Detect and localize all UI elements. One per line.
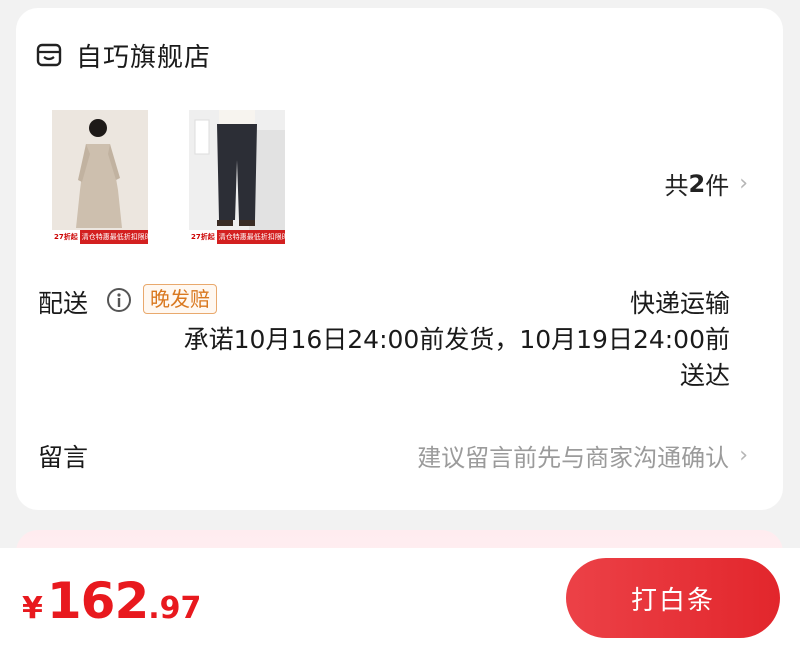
total-price: ¥ 162 .97 [22,572,201,630]
product-thumbnail-2[interactable]: 27折起清仓特惠最低折扣限时抢购 [189,110,285,244]
promo-price: 27折起 [189,230,217,244]
currency-symbol: ¥ [22,591,43,626]
message-label: 留言 [38,443,89,472]
count-suffix: 件 [705,172,730,200]
shipping-promise: 承诺10月16日24:00前发货，10月19日24:00前送达 [183,325,730,390]
order-card [16,8,783,510]
chevron-right-icon: › [739,443,748,468]
promo-tag: 27折起清仓特惠最低折扣限时抢购 [52,230,148,244]
shipping-label: 配送 [38,289,89,318]
message-input[interactable]: 建议留言前先与商家沟通确认 › [417,438,748,473]
product-thumbnail-1[interactable]: 27折起清仓特惠最低折扣限时抢购 [52,110,148,244]
shop-icon [36,43,62,67]
item-count-link[interactable]: 共2件 › [664,166,748,201]
item-count: 2 [688,169,706,198]
shipping-method[interactable]: 快递运输 [630,284,730,320]
count-prefix: 共 [664,172,689,200]
product-jeans-thumbnail [189,110,285,244]
promo-tag: 27折起清仓特惠最低折扣限时抢购 [189,230,285,244]
late-delivery-badge: 晚发赔 [143,284,217,314]
store-header[interactable]: 自巧旗舰店 [36,38,212,73]
promo-text: 清仓特惠最低折扣限时抢购 [81,233,148,241]
product-dress-thumbnail [52,110,148,244]
price-integer: 162 [46,572,149,630]
promo-price: 27折起 [52,230,80,244]
pay-button[interactable]: 打白条 [566,558,780,638]
promo-text: 清仓特惠最低折扣限时抢购 [218,233,285,241]
price-decimal: .97 [148,591,202,626]
info-icon[interactable] [106,287,132,313]
message-placeholder: 建议留言前先与商家沟通确认 [417,444,730,472]
chevron-right-icon: › [739,171,748,196]
store-name: 自巧旗舰店 [76,42,212,73]
